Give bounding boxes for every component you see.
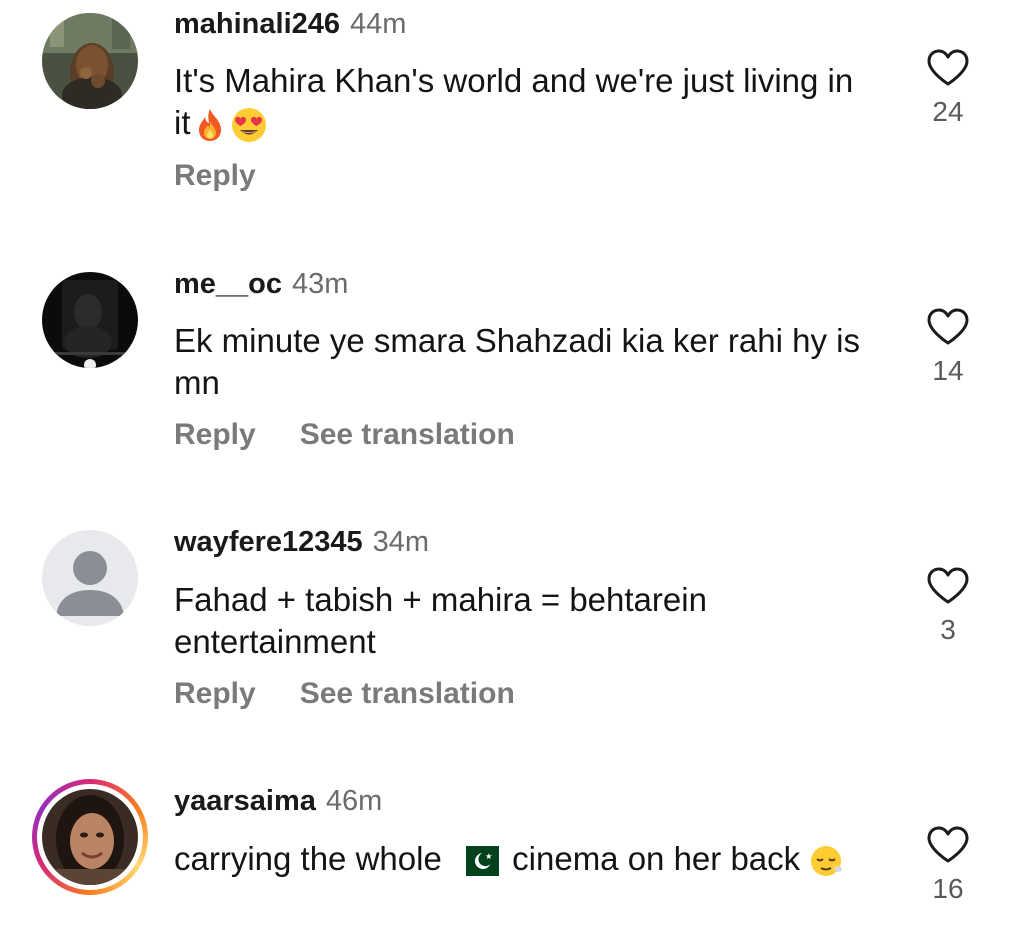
reply-button[interactable]: Reply [174, 418, 256, 451]
comment-text: Fahad + tabish + mahira = behtarein ente… [174, 579, 874, 663]
avatar[interactable] [42, 530, 138, 626]
heart-eyes-emoji-icon [231, 108, 266, 143]
like-count: 24 [932, 96, 964, 127]
heart-icon [927, 308, 969, 345]
avatar[interactable] [42, 13, 138, 109]
comment-header: yaarsaima 46m [174, 783, 382, 819]
like-button[interactable]: 14 [918, 307, 978, 387]
like-count: 16 [932, 873, 964, 904]
heart-icon [927, 826, 969, 863]
comment-text: It's Mahira Khan's world and we're just … [174, 60, 874, 144]
comment-body: Fahad + tabish + mahira = behtarein ente… [174, 581, 707, 660]
comment-body-part-2: cinema on her back [512, 840, 801, 877]
comment-body-part-1: carrying the whole [174, 840, 442, 877]
comment-header: mahinali246 44m [174, 6, 406, 42]
username[interactable]: yaarsaima [174, 785, 316, 817]
username[interactable]: mahinali246 [174, 8, 340, 40]
comment-actions: Reply [174, 158, 256, 194]
relieved-face-emoji-icon [811, 846, 843, 877]
like-count: 3 [940, 614, 956, 645]
like-button[interactable]: 24 [918, 48, 978, 128]
comment-actions: Reply See translation [174, 417, 515, 453]
pakistan-flag-icon [454, 846, 499, 877]
comment-actions: Reply See translation [174, 676, 515, 712]
like-count: 14 [932, 355, 964, 386]
username[interactable]: me__oc [174, 268, 282, 300]
avatar [42, 789, 138, 885]
heart-icon [927, 49, 969, 86]
see-translation-button[interactable]: See translation [300, 418, 515, 451]
timestamp: 46m [325, 785, 383, 817]
avatar-photo [42, 789, 138, 885]
heart-icon [927, 567, 969, 604]
reply-button[interactable]: Reply [174, 677, 256, 710]
like-button[interactable]: 3 [918, 566, 978, 646]
comment-text: carrying the whole cinema on her back [174, 838, 874, 880]
fire-emoji-icon [198, 109, 221, 142]
comment-text: Ek minute ye smara Shahzadi kia ker rahi… [174, 320, 874, 404]
comment-header: me__oc 43m [174, 266, 348, 302]
timestamp: 34m [372, 526, 430, 558]
comment-body: It's Mahira Khan's world and we're just … [174, 62, 854, 141]
comment-body: Ek minute ye smara Shahzadi kia ker rahi… [174, 322, 860, 401]
comment-header: wayfere12345 34m [174, 524, 429, 560]
default-avatar-icon [42, 530, 138, 626]
avatar-story-ring[interactable] [32, 779, 148, 895]
timestamp: 43m [292, 268, 349, 300]
like-button[interactable]: 16 [918, 825, 978, 905]
see-translation-button[interactable]: See translation [300, 677, 515, 710]
avatar[interactable] [42, 272, 138, 368]
avatar-photo [42, 272, 138, 368]
username[interactable]: wayfere12345 [174, 526, 363, 558]
reply-button[interactable]: Reply [174, 159, 256, 192]
timestamp: 44m [350, 8, 407, 40]
avatar-photo [42, 13, 138, 109]
